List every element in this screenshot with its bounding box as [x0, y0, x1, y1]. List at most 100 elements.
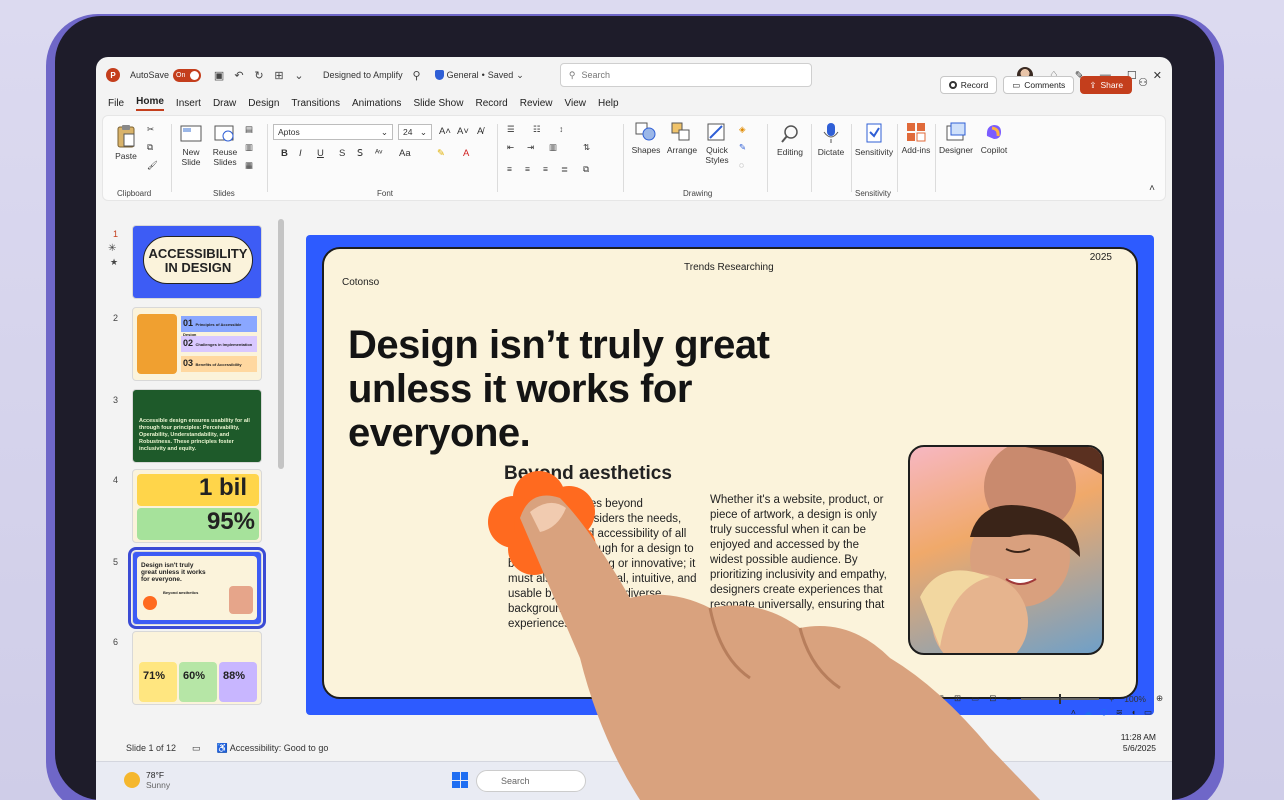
bullets-icon[interactable]: ☰	[507, 124, 519, 134]
save-icon[interactable]: ▣	[211, 69, 227, 82]
volume-icon[interactable]: ◖	[1131, 707, 1136, 718]
designer-button[interactable]: Designer	[937, 122, 975, 155]
search-box[interactable]: ⚲ Search	[559, 63, 812, 87]
decrease-indent-icon[interactable]: ⇤	[507, 142, 519, 152]
tab-home[interactable]: Home	[136, 96, 164, 111]
slide-year[interactable]: 2025	[1090, 252, 1112, 263]
close-icon[interactable]: ✕	[1153, 69, 1162, 82]
weather-widget[interactable]: 78°F Sunny	[124, 770, 170, 790]
section-icon[interactable]: ▦	[245, 160, 257, 170]
slide-thumbnail-5[interactable]: Design isn't truly great unless it works…	[128, 547, 266, 629]
slide-thumbnail-4[interactable]: 1 bil 95%	[132, 469, 262, 543]
strikethrough-button[interactable]: S	[339, 148, 345, 159]
present-icon[interactable]: ⊞	[271, 69, 287, 82]
spelling-icon[interactable]: ▭	[192, 743, 201, 754]
document-title[interactable]: Designed to Amplify	[323, 70, 403, 80]
tab-insert[interactable]: Insert	[176, 98, 201, 109]
clear-format-icon[interactable]: A̸	[477, 126, 483, 137]
tab-animations[interactable]: Animations	[352, 98, 401, 109]
format-painter-icon[interactable]: 🖌	[147, 160, 159, 170]
windows-start-icon[interactable]	[452, 772, 468, 788]
new-slide-button[interactable]: New Slide	[177, 124, 205, 167]
zoom-in-icon[interactable]: +	[1109, 694, 1114, 704]
accessibility-status[interactable]: ♿ Accessibility: Good to go	[217, 743, 329, 754]
record-button[interactable]: Record	[939, 76, 998, 94]
tab-slide-show[interactable]: Slide Show	[413, 98, 463, 109]
dictate-button[interactable]: Dictate	[815, 122, 847, 157]
wifi-icon[interactable]: ≋	[1116, 707, 1123, 718]
copy-icon[interactable]: ⧉	[147, 142, 159, 152]
quick-styles-button[interactable]: Quick Styles	[703, 122, 731, 165]
highlight-icon[interactable]: ✎	[437, 148, 445, 159]
customize-toolbar-icon[interactable]: ⌄	[291, 69, 307, 82]
redo-icon[interactable]: ↻	[251, 69, 267, 82]
clock[interactable]: 11:28 AM 5/6/2025	[1121, 732, 1156, 754]
shape-fill-icon[interactable]: ◈	[739, 124, 751, 134]
reuse-slides-button[interactable]: Reuse Slides	[211, 124, 239, 167]
columns-icon[interactable]: ▥	[549, 142, 561, 152]
tab-file[interactable]: File	[108, 98, 124, 109]
align-center-icon[interactable]: ≡	[525, 164, 537, 174]
numbering-icon[interactable]: ☷	[533, 124, 545, 134]
font-size-select[interactable]: 24 ⌄	[398, 124, 432, 140]
align-right-icon[interactable]: ≡	[543, 164, 555, 174]
change-case-icon[interactable]: Aa	[399, 148, 411, 159]
shadow-icon[interactable]: ꓢ	[357, 148, 363, 159]
undo-icon[interactable]: ↶	[231, 69, 247, 82]
tab-help[interactable]: Help	[598, 98, 619, 109]
thumbnail-scrollbar[interactable]	[278, 219, 284, 469]
grow-font-icon[interactable]: A˄	[439, 126, 451, 137]
tab-view[interactable]: View	[565, 98, 587, 109]
slide-thumbnail-3[interactable]: Accessible design ensures usability for …	[132, 389, 262, 463]
text-direction-icon[interactable]: ⇅	[583, 142, 595, 152]
layout-icon[interactable]: ▤	[245, 124, 257, 134]
shape-effects-icon[interactable]: ◌	[739, 160, 751, 170]
sensitivity-button[interactable]: Sensitivity	[853, 122, 895, 157]
bold-button[interactable]: B	[281, 148, 288, 159]
smartart-icon[interactable]: ⧉	[583, 164, 595, 174]
battery-icon[interactable]: ▭	[1144, 707, 1152, 718]
align-left-icon[interactable]: ≡	[507, 164, 519, 174]
autosave-toggle[interactable]: On	[173, 68, 202, 82]
underline-button[interactable]: U	[317, 148, 324, 159]
tab-review[interactable]: Review	[520, 98, 553, 109]
line-spacing-icon[interactable]: ↕	[559, 124, 571, 134]
arrange-button[interactable]: Arrange	[665, 122, 699, 155]
font-color-icon[interactable]: A	[463, 148, 469, 159]
tab-draw[interactable]: Draw	[213, 98, 236, 109]
slide-thumbnail-2[interactable]: 01 Principles of Accessible Design 02 Ch…	[132, 307, 262, 381]
increase-indent-icon[interactable]: ⇥	[527, 142, 539, 152]
zoom-level[interactable]: 100%	[1124, 694, 1146, 704]
slide-headline[interactable]: Design isn’t truly great unless it works…	[348, 323, 808, 455]
defender-icon[interactable]: ⬡	[1100, 707, 1107, 718]
cut-icon[interactable]: ✂	[147, 124, 159, 134]
pointing-hand	[520, 488, 1040, 800]
people-icon[interactable]: ⚇	[1138, 76, 1148, 94]
share-button[interactable]: ⇪ Share	[1080, 76, 1133, 94]
slide-thumbnail-1[interactable]: ACCESSIBILITY IN DESIGN	[132, 225, 262, 299]
comments-button[interactable]: ▭ Comments	[1003, 76, 1075, 94]
tab-record[interactable]: Record	[475, 98, 507, 109]
shrink-font-icon[interactable]: A˅	[457, 126, 469, 137]
font-name-select[interactable]: Aptos ⌄	[273, 124, 393, 140]
char-spacing-icon[interactable]: ᴬᵛ	[375, 148, 382, 159]
shape-outline-icon[interactable]: ✎	[739, 142, 751, 152]
slide-thumbnail-6[interactable]: 71% 60% 88%	[132, 631, 262, 705]
justify-icon[interactable]: ≣	[561, 164, 573, 174]
italic-button[interactable]: I	[299, 148, 302, 159]
tab-design[interactable]: Design	[248, 98, 279, 109]
shapes-button[interactable]: Shapes	[631, 122, 661, 155]
paste-button[interactable]: Paste	[113, 124, 139, 161]
editing-button[interactable]: Editing	[773, 124, 807, 157]
chevron-up-icon[interactable]: ˄	[1071, 707, 1076, 718]
cloud-icon[interactable]: ☁	[1084, 707, 1093, 718]
collapse-ribbon-icon[interactable]: ˄	[1149, 183, 1155, 194]
slide-brand[interactable]: Cotonso	[342, 277, 379, 288]
tab-transitions[interactable]: Transitions	[291, 98, 340, 109]
fit-slide-icon[interactable]: ⊕	[1156, 693, 1163, 704]
copilot-button[interactable]: Copilot	[977, 122, 1011, 155]
document-status[interactable]: General • Saved ⌄	[434, 70, 524, 81]
reset-icon[interactable]: ▥	[245, 142, 257, 152]
add-ins-button[interactable]: Add-ins	[899, 122, 933, 155]
slide-header-center[interactable]: Trends Researching	[684, 262, 774, 273]
